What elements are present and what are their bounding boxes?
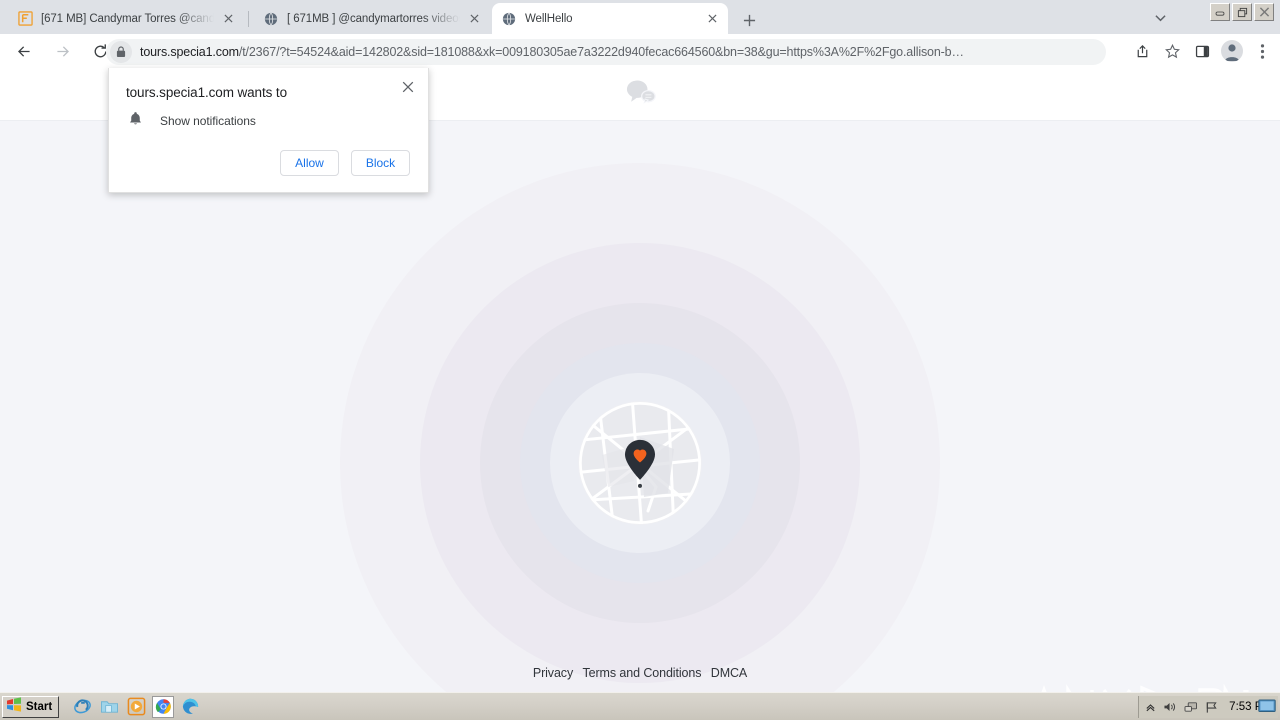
lock-icon[interactable] — [110, 41, 132, 63]
folder-icon[interactable] — [98, 696, 120, 718]
globe-icon — [501, 11, 517, 27]
three-dot-menu-icon[interactable] — [1248, 37, 1276, 65]
chevron-up-icon[interactable] — [1145, 702, 1156, 713]
tab-close-icon[interactable] — [704, 11, 720, 27]
footer-link-privacy[interactable]: Privacy — [533, 666, 573, 680]
permission-dialog-title: tours.specia1.com wants to — [126, 85, 287, 100]
windows-taskbar: Start 7:53 PM — [0, 692, 1280, 720]
window-controls — [1208, 1, 1276, 23]
site-footer: Privacy Terms and Conditions DMCA — [0, 666, 1280, 680]
tab-title: [671 MB] Candymar Torres @candym — [41, 12, 214, 25]
restore-button[interactable] — [1232, 3, 1252, 21]
side-panel-icon[interactable] — [1188, 37, 1216, 65]
tab-title: WellHello — [525, 12, 573, 25]
url-text: tours.specia1.com/t/2367/?t=54524&aid=14… — [140, 45, 964, 59]
quick-launch-bar — [71, 695, 201, 718]
notification-permission-dialog: tours.specia1.com wants to Show notifica… — [108, 68, 429, 193]
back-arrow-icon[interactable] — [10, 37, 38, 65]
show-desktop-icon[interactable] — [1258, 699, 1276, 715]
volume-icon[interactable] — [1163, 701, 1177, 713]
edge-icon[interactable] — [179, 696, 201, 718]
start-button[interactable]: Start — [2, 695, 60, 718]
url-path: /t/2367/?t=54524&aid=142802&sid=181088&x… — [238, 45, 964, 59]
close-icon[interactable] — [397, 76, 419, 98]
allow-button[interactable]: Allow — [280, 150, 339, 176]
url-host: tours.specia1.com — [140, 45, 239, 59]
tab-search-chevron-down-icon[interactable] — [1148, 8, 1172, 28]
tab-separator — [248, 11, 249, 27]
flag-icon[interactable] — [1205, 701, 1218, 714]
avatar — [1221, 40, 1243, 62]
footer-link-dmca[interactable]: DMCA — [711, 666, 748, 680]
browser-tab-1[interactable]: [671 MB] Candymar Torres @candym — [8, 3, 244, 34]
new-tab-button[interactable] — [736, 7, 762, 33]
profile-avatar-icon[interactable] — [1218, 37, 1246, 65]
chat-bubble-icon[interactable] — [623, 78, 657, 111]
browser-window: [671 MB] Candymar Torres @candym [ 671MB… — [0, 0, 1280, 692]
toolbar-actions — [1128, 37, 1276, 65]
orange-f-icon — [17, 11, 33, 27]
bell-icon — [129, 111, 142, 131]
start-label: Start — [26, 700, 53, 713]
tab-close-icon[interactable] — [220, 11, 236, 27]
minimize-button[interactable] — [1210, 3, 1230, 21]
windows-logo-icon — [6, 696, 22, 717]
address-bar[interactable]: tours.specia1.com/t/2367/?t=54524&aid=14… — [106, 39, 1106, 65]
location-loader-animation — [320, 143, 960, 692]
tab-close-icon[interactable] — [466, 11, 482, 27]
globe-icon — [263, 11, 279, 27]
close-button[interactable] — [1254, 3, 1274, 21]
tab-title: [ 671MB ] @candymartorres videos — [287, 12, 460, 25]
chrome-icon[interactable] — [152, 695, 175, 718]
footer-link-terms[interactable]: Terms and Conditions — [582, 666, 701, 680]
bookmark-star-icon[interactable] — [1158, 37, 1186, 65]
permission-dialog-actions: Allow Block — [280, 150, 410, 176]
block-button[interactable]: Block — [351, 150, 410, 176]
share-icon[interactable] — [1128, 37, 1156, 65]
network-icon[interactable] — [1184, 701, 1198, 713]
browser-toolbar: tours.specia1.com/t/2367/?t=54524&aid=14… — [0, 34, 1280, 68]
browser-tab-3-active[interactable]: WellHello — [492, 3, 728, 34]
browser-tab-2[interactable]: [ 671MB ] @candymartorres videos — [254, 3, 490, 34]
media-player-icon[interactable] — [125, 696, 147, 718]
forward-arrow-icon — [48, 37, 76, 65]
permission-request-label: Show notifications — [160, 114, 256, 128]
tab-strip: [671 MB] Candymar Torres @candym [ 671MB… — [0, 0, 1280, 34]
permission-request-row: Show notifications — [129, 111, 256, 131]
map-pin-heart-icon — [625, 439, 655, 488]
internet-explorer-icon[interactable] — [71, 696, 93, 718]
